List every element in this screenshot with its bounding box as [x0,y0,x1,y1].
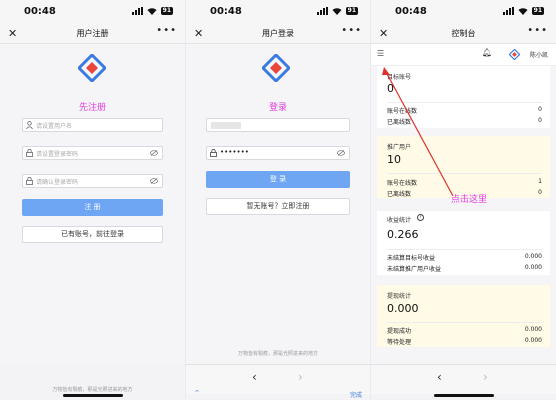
stat-row: 账号在线数 1 [387,178,542,187]
battery-badge: 91 [160,7,173,15]
card-label: 提现统计 [387,293,412,300]
home-indicator [62,394,123,397]
stat-row: 账号在线数 0 [387,106,542,115]
lock-icon [26,149,33,157]
signal-icon [131,7,143,15]
nav-bar: ✕ 用户登录 ••• [186,24,370,44]
nav-bar: ✕ 用户注册 ••• [0,24,185,44]
app-logo-icon [262,54,290,82]
stat-row: 未结算推广用户收益 0.000 [387,264,542,273]
card-label: 推广用户 [387,144,412,151]
click-here-annotation: 点击这里 [451,195,488,205]
signal-icon [316,7,328,15]
stat-row: 未结算目标号收益 0.000 [387,253,542,262]
lock-icon [210,149,217,157]
confirm-placeholder: 请确认登录密码 [36,179,79,186]
withdrawal-card: 提现统计 0.000 提现成功 0.000 等待处理 0.000 [377,285,550,347]
divider [387,173,542,174]
register-content: 先注册 请设置用户名 请设置登录密码 请确认登录密码 注 册 已有账号，前往登录… [0,44,185,393]
card-value: 0.266 [387,228,419,241]
login-screen: 00:48 91 ✕ 用户登录 ••• 登录 ••••••• 登 录 暂无账号？… [186,0,370,400]
divider [387,322,542,323]
bell-icon[interactable]: 🔔︎ [482,48,492,57]
status-bar: 00:48 91 [186,0,370,24]
done-button[interactable]: 完成 [350,390,362,399]
menu-icon[interactable]: ☰ [377,49,384,58]
password-input[interactable]: ••••••• [206,146,350,160]
forward-icon[interactable]: › [298,370,303,384]
eye-off-icon[interactable] [337,150,345,156]
register-button[interactable]: 注 册 [22,199,163,216]
footer-slogan: 万物皆有裂痕，那是光照进来的地方 [237,351,318,357]
user-icon [26,121,33,129]
battery-badge: 91 [531,7,544,15]
home-indicator [433,394,494,397]
divider [387,102,542,103]
password-input[interactable]: 请设置登录密码 [22,146,163,160]
status-time: 00:48 [210,6,242,17]
status-bar: 00:48 91 [0,0,185,24]
promoted-users-card: 推广用户 10 账号在线数 1 已离线数 0 [377,136,550,198]
card-value: 0.000 [387,302,419,315]
target-account-card: 目标账号 0 账号在线数 0 已离线数 0 [377,66,550,128]
wifi-icon [518,8,528,15]
confirm-password-input[interactable]: 请确认登录密码 [22,174,163,188]
divider [387,249,542,250]
stat-row: 等待处理 0.000 [387,337,542,346]
chevron-up-icon[interactable]: ⌃ [194,389,200,397]
go-login-button[interactable]: 已有账号，前往登录 [22,226,163,243]
app-logo-icon [78,54,106,82]
nav-bar: ✕ 控制台 ••• [371,24,556,44]
status-time: 00:48 [395,6,427,17]
eye-off-icon[interactable] [150,178,158,184]
more-icon[interactable]: ••• [527,25,548,36]
footer-slogan: 万物皆有裂痕，那是光照进来的地方 [52,387,133,393]
earnings-card: 收益统计 ? 0.266 未结算目标号收益 0.000 未结算推广用户收益 0.00… [377,211,550,275]
more-icon[interactable]: ••• [156,25,177,36]
username-input[interactable]: 请设置用户名 [22,118,163,132]
login-button[interactable]: 登 录 [206,171,350,188]
signal-icon [502,7,514,15]
card-label: 收益统计 [387,217,412,224]
help-icon[interactable]: ? [417,214,424,221]
card-value: 10 [387,153,401,166]
battery-badge: 91 [345,7,358,15]
user-name[interactable]: 陈小凯 [530,50,548,59]
stat-row: 提现成功 0.000 [387,326,542,335]
eye-off-icon[interactable] [150,150,158,156]
username-redacted [211,122,241,129]
dashboard-screen: 00:48 91 ✕ 控制台 ••• ☰ 🔔︎ 陈小凯 目标账号 0 账号在线数… [371,0,556,400]
go-register-button[interactable]: 暂无账号？立即注册 [206,198,350,215]
login-annotation: 登录 [268,103,287,113]
back-icon[interactable]: ‹ [252,370,257,384]
wifi-icon [332,8,342,15]
lock-icon [26,177,33,185]
register-annotation: 先注册 [78,103,106,113]
login-content: 登录 ••••••• 登 录 暂无账号？立即注册 万物皆有裂痕，那是光照进来的地… [186,44,370,364]
forward-icon[interactable]: › [483,370,488,384]
browser-toolbar: ‹ › [371,364,556,394]
username-placeholder: 请设置用户名 [36,123,73,130]
dashboard-header: ☰ 🔔︎ 陈小凯 [371,44,556,66]
stat-row: 已离线数 0 [387,117,542,126]
browser-toolbar: ‹ › ⌃ 完成 [186,364,370,399]
more-icon[interactable]: ••• [341,25,362,36]
status-bar: 00:48 91 [371,0,556,24]
username-input[interactable] [206,118,350,132]
card-value: 0 [387,82,394,95]
dashboard-content: ☰ 🔔︎ 陈小凯 目标账号 0 账号在线数 0 已离线数 0 推广用户 10 账… [371,44,556,364]
back-icon[interactable]: ‹ [437,370,442,384]
register-screen: 00:48 91 ✕ 用户注册 ••• 先注册 请设置用户名 请设置登录密码 请… [0,0,185,400]
wifi-icon [147,8,157,15]
card-label: 目标账号 [387,74,412,81]
status-time: 00:48 [24,6,56,17]
avatar[interactable] [509,49,520,60]
password-placeholder: 请设置登录密码 [36,151,79,158]
password-value: ••••••• [220,148,249,156]
